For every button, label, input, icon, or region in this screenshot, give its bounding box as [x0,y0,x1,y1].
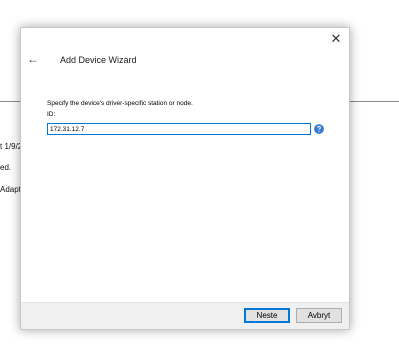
background-text-fragment: t 1/9/2 [0,142,20,151]
background-divider-right [350,101,399,102]
id-label: ID: [47,111,56,118]
next-button[interactable]: Neste [244,308,290,323]
add-device-wizard-dialog: ✕ ← Add Device Wizard Specify the device… [20,27,350,330]
instruction-text: Specify the device's driver-specific sta… [47,100,193,107]
background-divider-left [0,101,20,102]
help-icon[interactable] [314,124,324,134]
wizard-title: Add Device Wizard [60,55,137,65]
back-arrow-icon[interactable]: ← [26,52,40,66]
dialog-footer: Neste Avbryt [21,302,349,329]
background-text-fragment: Adapt [0,185,20,194]
id-input[interactable] [47,123,311,135]
background-text-fragment: ed. [0,163,12,172]
close-icon[interactable]: ✕ [329,32,343,46]
cancel-button[interactable]: Avbryt [296,308,342,323]
